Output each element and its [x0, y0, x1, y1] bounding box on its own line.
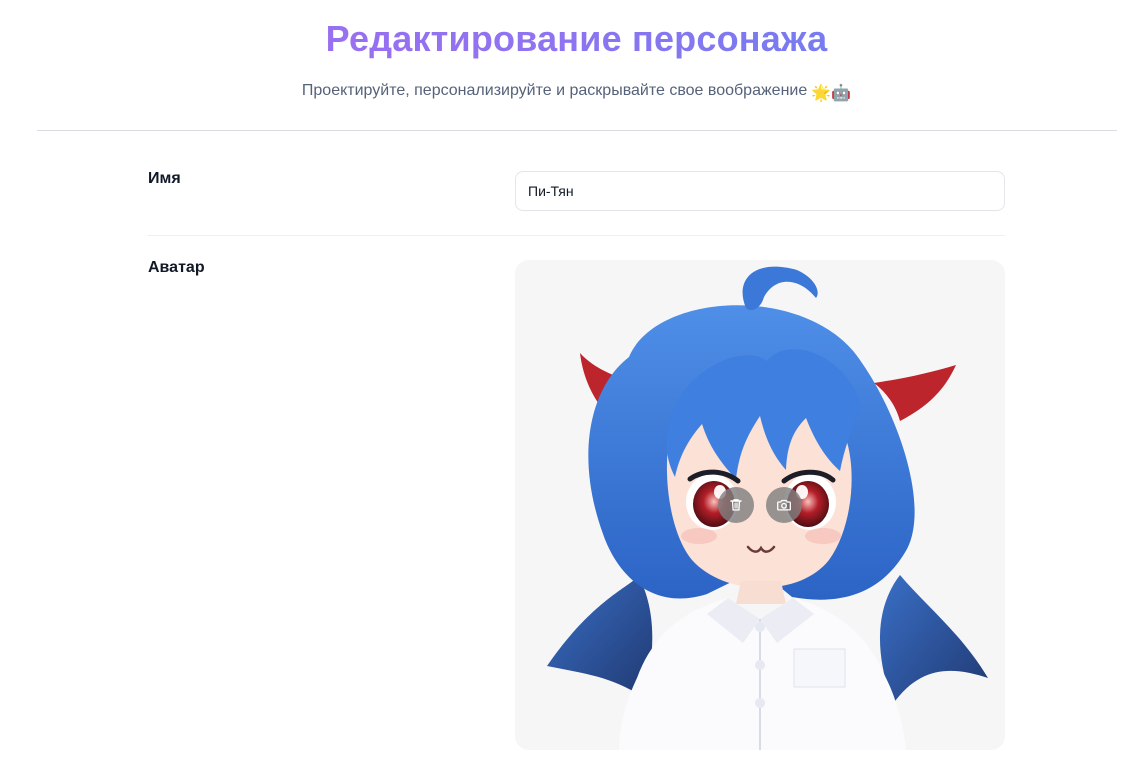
name-label: Имя [148, 170, 181, 187]
name-input[interactable] [515, 171, 1005, 211]
avatar-preview[interactable] [515, 260, 1005, 750]
form-row-divider [148, 235, 1005, 236]
avatar-image [547, 266, 988, 750]
subtitle-emoji: 🌟🤖 [811, 85, 852, 102]
page-title: Редактирование персонажа [0, 17, 1127, 61]
delete-avatar-button[interactable] [718, 487, 754, 523]
camera-avatar-button[interactable] [766, 487, 802, 523]
avatar-label: Аватар [148, 259, 205, 276]
trash-icon [730, 499, 742, 511]
character-edit-page: Редактирование персонажа Проектируйте, п… [0, 0, 1127, 769]
header-divider [37, 130, 1117, 131]
page-subtitle: Проектируйте, персонализируйте и раскрыв… [0, 80, 1127, 105]
subtitle-text: Проектируйте, персонализируйте и раскрыв… [301, 82, 808, 99]
camera-icon [777, 499, 791, 511]
